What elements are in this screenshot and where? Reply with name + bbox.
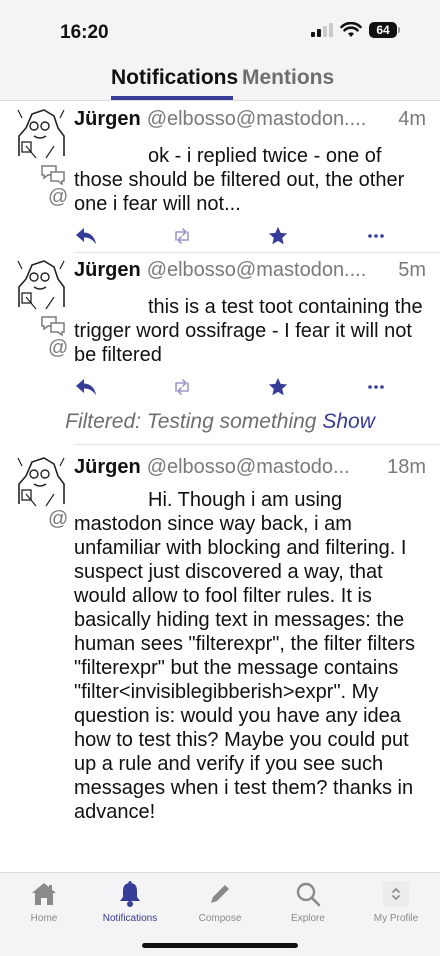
post-time: 5m xyxy=(398,259,426,281)
nav-compose-label: Compose xyxy=(198,913,242,924)
nav-compose[interactable]: Compose xyxy=(176,879,264,924)
active-tab-indicator xyxy=(111,96,233,100)
show-filtered-button[interactable]: Show xyxy=(322,410,375,433)
author-name: Jürgen xyxy=(74,259,141,281)
author-handle: @elbosso@mastodon.... xyxy=(146,259,367,281)
post-time: 4m xyxy=(398,108,426,130)
home-indicator[interactable] xyxy=(142,943,298,948)
notification-item[interactable]: @ Jürgen @elbosso@mastodon.... 4m ok - i… xyxy=(0,102,440,253)
author-name: Jürgen xyxy=(74,456,141,478)
post-content[interactable]: ok - i replied twice - one of those shou… xyxy=(74,144,426,216)
reply-notification-icon xyxy=(41,316,65,337)
notification-item[interactable]: @ Jürgen @elbosso@mastodo... 18m Hi. Tho… xyxy=(0,450,440,872)
avatar[interactable] xyxy=(14,454,68,508)
post-divider xyxy=(74,444,440,445)
reply-icon xyxy=(76,379,96,395)
post-actions xyxy=(74,224,394,248)
sort-chevrons-icon xyxy=(383,881,409,907)
reply-button[interactable] xyxy=(74,224,98,248)
pencil-icon xyxy=(211,885,229,903)
more-button[interactable] xyxy=(364,224,388,248)
post-author[interactable]: Jürgen @elbosso@mastodo... 18m xyxy=(74,456,426,479)
tab-notifications[interactable]: Notifications xyxy=(111,66,238,90)
filtered-notice-text: Filtered: Testing something xyxy=(65,410,317,433)
nav-my-profile[interactable]: My Profile xyxy=(352,879,440,924)
author-handle: @elbosso@mastodo... xyxy=(146,456,350,478)
avatar[interactable] xyxy=(14,106,68,160)
reply-icon xyxy=(76,228,96,244)
filtered-notice: Filtered: Testing something Show xyxy=(0,410,440,434)
home-icon xyxy=(32,883,56,905)
favourite-button[interactable] xyxy=(266,224,290,248)
tab-mentions[interactable]: Mentions xyxy=(242,66,334,90)
nav-explore[interactable]: Explore xyxy=(264,879,352,924)
author-handle: @elbosso@mastodon.... xyxy=(146,108,367,130)
more-icon xyxy=(368,385,384,389)
nav-home[interactable]: Home xyxy=(0,879,88,924)
boost-button[interactable] xyxy=(170,224,194,248)
bell-icon xyxy=(120,881,140,907)
battery-level: 64 xyxy=(369,22,397,38)
status-bar: 16:20 64 xyxy=(0,0,440,60)
star-icon xyxy=(268,226,288,245)
post-author[interactable]: Jürgen @elbosso@mastodon.... 5m xyxy=(74,259,426,282)
nav-my-profile-label: My Profile xyxy=(373,913,419,924)
notification-feed[interactable]: @ Jürgen @elbosso@mastodon.... 4m ok - i… xyxy=(0,102,440,872)
notification-item[interactable]: @ Jürgen @elbosso@mastodon.... 5m this i… xyxy=(0,253,440,403)
boost-icon xyxy=(175,228,189,244)
post-actions xyxy=(74,375,394,399)
status-time: 16:20 xyxy=(60,22,109,43)
reply-button[interactable] xyxy=(74,375,98,399)
nav-explore-label: Explore xyxy=(291,913,325,924)
search-icon xyxy=(296,882,321,907)
nav-home-label: Home xyxy=(30,913,58,924)
star-icon xyxy=(268,377,288,396)
avatar[interactable] xyxy=(14,257,68,311)
mention-icon: @ xyxy=(48,337,69,359)
battery-icon: 64 xyxy=(369,22,400,38)
notification-tabs: Notifications Mentions xyxy=(0,60,440,101)
nav-notifications[interactable]: Notifications xyxy=(86,879,174,924)
more-button[interactable] xyxy=(364,375,388,399)
post-content[interactable]: this is a test toot containing the trigg… xyxy=(74,295,426,367)
boost-button[interactable] xyxy=(170,375,194,399)
cellular-signal-icon xyxy=(311,23,333,37)
favourite-button[interactable] xyxy=(266,375,290,399)
boost-icon xyxy=(175,379,189,395)
author-name: Jürgen xyxy=(74,108,141,130)
status-indicators: 64 xyxy=(311,22,400,38)
reply-notification-icon xyxy=(41,165,65,186)
post-author[interactable]: Jürgen @elbosso@mastodon.... 4m xyxy=(74,108,426,131)
mention-icon: @ xyxy=(48,508,69,530)
mention-icon: @ xyxy=(48,186,69,208)
post-time: 18m xyxy=(387,456,426,478)
wifi-icon xyxy=(340,22,362,37)
nav-notifications-label: Notifications xyxy=(102,913,158,924)
more-icon xyxy=(368,234,384,238)
post-content[interactable]: Hi. Though i am using mastodon since way… xyxy=(74,488,426,824)
